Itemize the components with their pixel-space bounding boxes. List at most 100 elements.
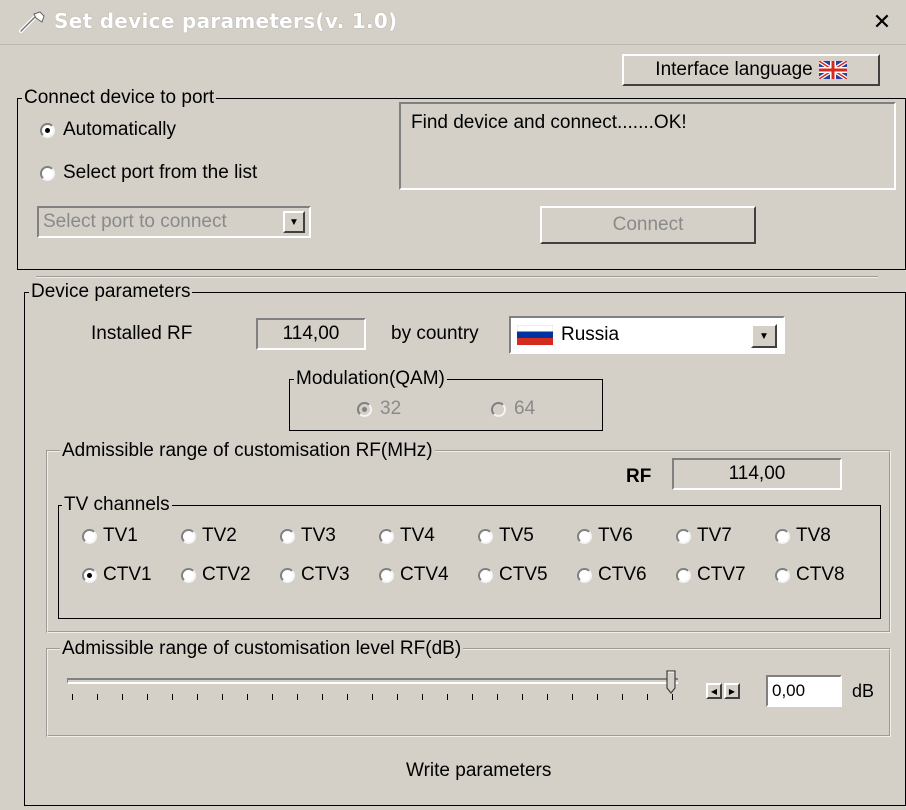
write-parameters-button[interactable]: Write parameters: [406, 760, 551, 782]
range-rf-legend: Admissible range of customisation RF(MHz…: [60, 440, 435, 462]
tv-channels-group: [58, 505, 881, 619]
level-slider-track[interactable]: [67, 678, 678, 684]
tv-channel-label: CTV7: [697, 564, 746, 585]
tv-channel-tv3[interactable]: TV3: [280, 525, 336, 547]
installed-rf-value: 114,00: [256, 318, 366, 350]
tv-channel-radio[interactable]: [478, 528, 493, 544]
radio-automatically[interactable]: Automatically: [40, 119, 176, 141]
tv-channel-radio[interactable]: [379, 528, 394, 544]
level-decrease-button[interactable]: ◀: [706, 683, 722, 699]
uk-flag-icon: [818, 61, 847, 79]
tv-channel-tv5[interactable]: TV5: [478, 525, 534, 547]
tv-channel-ctv1[interactable]: CTV1: [82, 564, 152, 586]
tv-channel-tv7[interactable]: TV7: [676, 525, 732, 547]
connect-button-label: Connect: [612, 214, 684, 235]
modulation-option-64[interactable]: 64: [491, 398, 535, 420]
tv-channel-ctv6[interactable]: CTV6: [577, 564, 647, 586]
tv-channel-radio[interactable]: [280, 567, 295, 583]
slider-tick: [597, 694, 598, 700]
radio-select-port-control[interactable]: [40, 165, 55, 181]
tv-channel-ctv7[interactable]: CTV7: [676, 564, 746, 586]
close-icon: ✕: [872, 10, 892, 35]
arrow-right-icon: ▶: [728, 686, 736, 696]
status-text: Find device and connect.......OK!: [411, 112, 687, 133]
connect-button[interactable]: Connect: [540, 206, 756, 244]
device-params-legend: Device parameters: [29, 281, 193, 303]
tv-channel-radio[interactable]: [280, 528, 295, 544]
tv-channel-label: TV8: [796, 525, 831, 546]
tv-channel-radio[interactable]: [775, 567, 790, 583]
slider-tick: [622, 694, 623, 700]
window-title: Set device parameters(v. 1.0): [54, 9, 398, 33]
modulation-64-control[interactable]: [491, 401, 506, 417]
slider-tick: [97, 694, 98, 700]
modulation-32-label: 32: [380, 398, 402, 419]
interface-language-label: Interface language: [655, 59, 813, 80]
tv-channel-radio[interactable]: [82, 567, 97, 583]
slider-tick: [422, 694, 423, 700]
tv-channel-radio[interactable]: [82, 528, 97, 544]
tv-channel-radio[interactable]: [775, 528, 790, 544]
slider-tick: [547, 694, 548, 700]
tv-channel-label: TV6: [598, 525, 633, 546]
tv-channel-ctv8[interactable]: CTV8: [775, 564, 845, 586]
tv-channel-radio[interactable]: [676, 567, 691, 583]
country-select[interactable]: Russia ▼: [509, 316, 785, 354]
by-country-label: by country: [391, 323, 479, 344]
tv-channel-tv4[interactable]: TV4: [379, 525, 435, 547]
tv-channels-row-1: TV1 TV2 TV3 TV4 TV5 TV6 TV7 TV8: [82, 525, 882, 551]
tv-channel-radio[interactable]: [577, 567, 592, 583]
tv-channel-label: TV1: [103, 525, 138, 546]
tv-channel-radio[interactable]: [676, 528, 691, 544]
tv-channel-radio[interactable]: [478, 567, 493, 583]
slider-tick: [322, 694, 323, 700]
tv-channel-ctv4[interactable]: CTV4: [379, 564, 449, 586]
tv-channel-ctv5[interactable]: CTV5: [478, 564, 548, 586]
level-slider-ticks: [72, 694, 678, 702]
slider-tick: [272, 694, 273, 700]
chevron-down-icon[interactable]: ▼: [751, 324, 777, 348]
tv-channel-radio[interactable]: [181, 567, 196, 583]
tv-channels-row-2: CTV1 CTV2 CTV3 CTV4 CTV5 CTV6 CTV7 CTV8: [82, 564, 882, 590]
port-select[interactable]: Select port to connect ▼: [37, 206, 311, 238]
radio-select-port[interactable]: Select port from the list: [40, 162, 257, 184]
tv-channel-label: CTV6: [598, 564, 647, 585]
tv-channel-tv8[interactable]: TV8: [775, 525, 831, 547]
slider-tick: [122, 694, 123, 700]
port-select-value: Select port to connect: [43, 211, 227, 232]
tv-channel-tv6[interactable]: TV6: [577, 525, 633, 547]
interface-language-button[interactable]: Interface language: [622, 54, 880, 86]
radio-automatically-control[interactable]: [40, 122, 55, 138]
level-value-input[interactable]: 0,00: [766, 675, 842, 707]
title-bar[interactable]: Set device parameters(v. 1.0) ✕: [0, 0, 906, 45]
rf-value: 114,00: [672, 458, 842, 490]
tv-channel-ctv2[interactable]: CTV2: [181, 564, 251, 586]
tv-channel-ctv3[interactable]: CTV3: [280, 564, 350, 586]
tv-channel-radio[interactable]: [181, 528, 196, 544]
russia-flag-icon: [517, 325, 553, 345]
modulation-32-control[interactable]: [357, 401, 372, 417]
tv-channel-label: TV3: [301, 525, 336, 546]
tv-channel-label: TV4: [400, 525, 435, 546]
level-increase-button[interactable]: ▶: [724, 683, 740, 699]
chevron-down-icon[interactable]: ▼: [283, 211, 305, 233]
country-value: Russia: [561, 324, 620, 345]
slider-tick: [647, 694, 648, 700]
slider-tick: [347, 694, 348, 700]
slider-tick: [172, 694, 173, 700]
tv-channel-label: CTV8: [796, 564, 845, 585]
slider-tick: [572, 694, 573, 700]
tv-channel-radio[interactable]: [379, 567, 394, 583]
tv-channel-radio[interactable]: [577, 528, 592, 544]
tv-channel-tv1[interactable]: TV1: [82, 525, 138, 547]
rf-label: RF: [626, 466, 652, 487]
wrench-icon: [19, 11, 45, 33]
tv-channel-label: CTV2: [202, 564, 251, 585]
slider-tick: [447, 694, 448, 700]
close-button[interactable]: ✕: [868, 10, 896, 36]
tv-channel-tv2[interactable]: TV2: [181, 525, 237, 547]
tv-channels-legend: TV channels: [62, 494, 172, 516]
level-slider-thumb[interactable]: [666, 670, 676, 694]
modulation-option-32[interactable]: 32: [357, 398, 401, 420]
tv-channel-label: TV7: [697, 525, 732, 546]
